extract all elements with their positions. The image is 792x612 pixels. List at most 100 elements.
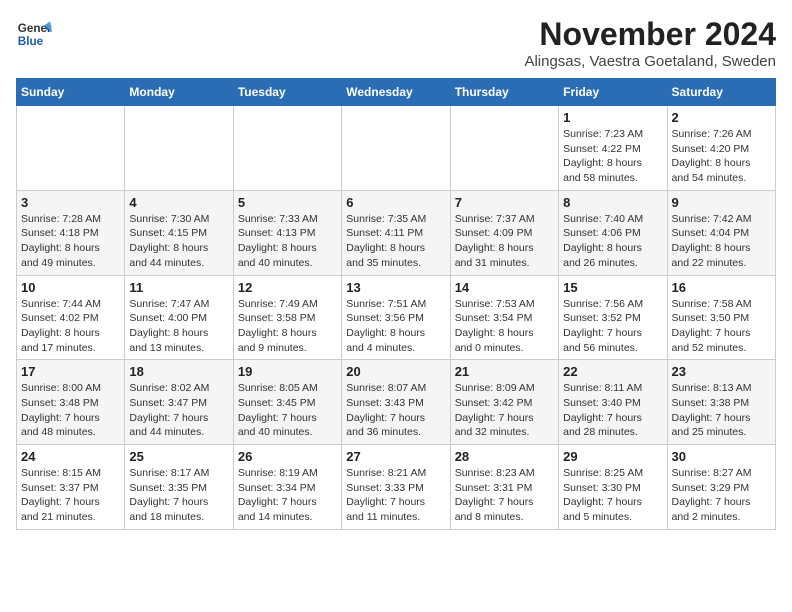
day-detail: Sunrise: 8:21 AM Sunset: 3:33 PM Dayligh…	[346, 466, 445, 525]
location: Alingsas, Vaestra Goetaland, Sweden	[524, 53, 776, 70]
day-number: 6	[346, 195, 445, 210]
calendar-cell: 9 Sunrise: 7:42 AM Sunset: 4:04 PM Daylig…	[667, 190, 775, 275]
day-number: 22	[563, 364, 662, 379]
calendar-cell	[450, 106, 558, 191]
calendar-cell: 2 Sunrise: 7:26 AM Sunset: 4:20 PM Daylig…	[667, 106, 775, 191]
calendar-cell: 10 Sunrise: 7:44 AM Sunset: 4:02 PM Dayli…	[17, 275, 125, 360]
day-number: 20	[346, 364, 445, 379]
day-number: 17	[21, 364, 120, 379]
day-detail: Sunrise: 8:05 AM Sunset: 3:45 PM Dayligh…	[238, 381, 337, 440]
day-number: 5	[238, 195, 337, 210]
day-detail: Sunrise: 8:15 AM Sunset: 3:37 PM Dayligh…	[21, 466, 120, 525]
day-detail: Sunrise: 7:49 AM Sunset: 3:58 PM Dayligh…	[238, 297, 337, 356]
calendar-cell: 22 Sunrise: 8:11 AM Sunset: 3:40 PM Dayli…	[559, 360, 667, 445]
day-detail: Sunrise: 8:13 AM Sunset: 3:38 PM Dayligh…	[672, 381, 771, 440]
day-detail: Sunrise: 7:37 AM Sunset: 4:09 PM Dayligh…	[455, 212, 554, 271]
calendar-week-row: 24 Sunrise: 8:15 AM Sunset: 3:37 PM Dayli…	[17, 445, 776, 530]
day-detail: Sunrise: 8:17 AM Sunset: 3:35 PM Dayligh…	[129, 466, 228, 525]
day-detail: Sunrise: 7:40 AM Sunset: 4:06 PM Dayligh…	[563, 212, 662, 271]
calendar-cell: 23 Sunrise: 8:13 AM Sunset: 3:38 PM Dayli…	[667, 360, 775, 445]
calendar-cell: 13 Sunrise: 7:51 AM Sunset: 3:56 PM Dayli…	[342, 275, 450, 360]
calendar-cell: 1 Sunrise: 7:23 AM Sunset: 4:22 PM Daylig…	[559, 106, 667, 191]
calendar-cell: 6 Sunrise: 7:35 AM Sunset: 4:11 PM Daylig…	[342, 190, 450, 275]
day-detail: Sunrise: 8:25 AM Sunset: 3:30 PM Dayligh…	[563, 466, 662, 525]
weekday-header: Sunday	[17, 79, 125, 106]
calendar-cell	[342, 106, 450, 191]
day-number: 29	[563, 449, 662, 464]
calendar-cell: 30Sunrise: 8:27 AM Sunset: 3:29 PM Dayli…	[667, 445, 775, 530]
day-number: 16	[672, 280, 771, 295]
day-detail: Sunrise: 7:26 AM Sunset: 4:20 PM Dayligh…	[672, 127, 771, 186]
weekday-header: Friday	[559, 79, 667, 106]
day-number: 25	[129, 449, 228, 464]
calendar-week-row: 3Sunrise: 7:28 AM Sunset: 4:18 PM Daylig…	[17, 190, 776, 275]
calendar-cell	[233, 106, 341, 191]
day-detail: Sunrise: 7:33 AM Sunset: 4:13 PM Dayligh…	[238, 212, 337, 271]
calendar-cell: 11Sunrise: 7:47 AM Sunset: 4:00 PM Dayli…	[125, 275, 233, 360]
calendar-cell: 18 Sunrise: 8:02 AM Sunset: 3:47 PM Dayli…	[125, 360, 233, 445]
calendar-cell: 25 Sunrise: 8:17 AM Sunset: 3:35 PM Dayli…	[125, 445, 233, 530]
calendar-week-row: 17 Sunrise: 8:00 AM Sunset: 3:48 PM Dayli…	[17, 360, 776, 445]
calendar-cell: 21 Sunrise: 8:09 AM Sunset: 3:42 PM Dayli…	[450, 360, 558, 445]
calendar-cell: 16 Sunrise: 7:58 AM Sunset: 3:50 PM Dayli…	[667, 275, 775, 360]
day-detail: Sunrise: 8:00 AM Sunset: 3:48 PM Dayligh…	[21, 381, 120, 440]
day-detail: Sunrise: 7:51 AM Sunset: 3:56 PM Dayligh…	[346, 297, 445, 356]
day-number: 21	[455, 364, 554, 379]
day-detail: Sunrise: 7:58 AM Sunset: 3:50 PM Dayligh…	[672, 297, 771, 356]
day-number: 9	[672, 195, 771, 210]
day-detail: Sunrise: 8:11 AM Sunset: 3:40 PM Dayligh…	[563, 381, 662, 440]
calendar-cell: 7 Sunrise: 7:37 AM Sunset: 4:09 PM Daylig…	[450, 190, 558, 275]
day-number: 8	[563, 195, 662, 210]
calendar-cell: 24 Sunrise: 8:15 AM Sunset: 3:37 PM Dayli…	[17, 445, 125, 530]
page-header: General Blue November 2024 Alingsas, Vae…	[16, 16, 776, 70]
calendar-cell: 15Sunrise: 7:56 AM Sunset: 3:52 PM Dayli…	[559, 275, 667, 360]
day-number: 10	[21, 280, 120, 295]
day-number: 19	[238, 364, 337, 379]
day-detail: Sunrise: 8:23 AM Sunset: 3:31 PM Dayligh…	[455, 466, 554, 525]
day-detail: Sunrise: 7:35 AM Sunset: 4:11 PM Dayligh…	[346, 212, 445, 271]
calendar-cell: 19 Sunrise: 8:05 AM Sunset: 3:45 PM Dayli…	[233, 360, 341, 445]
day-number: 7	[455, 195, 554, 210]
day-detail: Sunrise: 8:02 AM Sunset: 3:47 PM Dayligh…	[129, 381, 228, 440]
day-detail: Sunrise: 7:53 AM Sunset: 3:54 PM Dayligh…	[455, 297, 554, 356]
day-detail: Sunrise: 7:44 AM Sunset: 4:02 PM Dayligh…	[21, 297, 120, 356]
day-number: 11	[129, 280, 228, 295]
weekday-header: Tuesday	[233, 79, 341, 106]
day-number: 24	[21, 449, 120, 464]
svg-text:Blue: Blue	[18, 35, 44, 48]
calendar-cell: 17 Sunrise: 8:00 AM Sunset: 3:48 PM Dayli…	[17, 360, 125, 445]
day-detail: Sunrise: 8:07 AM Sunset: 3:43 PM Dayligh…	[346, 381, 445, 440]
day-detail: Sunrise: 8:09 AM Sunset: 3:42 PM Dayligh…	[455, 381, 554, 440]
calendar-week-row: 10 Sunrise: 7:44 AM Sunset: 4:02 PM Dayli…	[17, 275, 776, 360]
calendar-cell: 8 Sunrise: 7:40 AM Sunset: 4:06 PM Daylig…	[559, 190, 667, 275]
day-number: 27	[346, 449, 445, 464]
month-title: November 2024	[524, 16, 776, 53]
day-detail: Sunrise: 7:56 AM Sunset: 3:52 PM Dayligh…	[563, 297, 662, 356]
day-number: 2	[672, 110, 771, 125]
day-number: 23	[672, 364, 771, 379]
weekday-header: Saturday	[667, 79, 775, 106]
title-block: November 2024 Alingsas, Vaestra Goetalan…	[524, 16, 776, 70]
day-detail: Sunrise: 8:27 AM Sunset: 3:29 PM Dayligh…	[672, 466, 771, 525]
calendar-week-row: 1 Sunrise: 7:23 AM Sunset: 4:22 PM Daylig…	[17, 106, 776, 191]
calendar-cell: 14Sunrise: 7:53 AM Sunset: 3:54 PM Dayli…	[450, 275, 558, 360]
calendar-table: SundayMondayTuesdayWednesdayThursdayFrid…	[16, 78, 776, 530]
day-number: 4	[129, 195, 228, 210]
weekday-header: Wednesday	[342, 79, 450, 106]
day-detail: Sunrise: 7:23 AM Sunset: 4:22 PM Dayligh…	[563, 127, 662, 186]
calendar-cell: 5 Sunrise: 7:33 AM Sunset: 4:13 PM Daylig…	[233, 190, 341, 275]
calendar-cell: 4Sunrise: 7:30 AM Sunset: 4:15 PM Daylig…	[125, 190, 233, 275]
day-number: 26	[238, 449, 337, 464]
calendar-cell: 26 Sunrise: 8:19 AM Sunset: 3:34 PM Dayli…	[233, 445, 341, 530]
weekday-header: Thursday	[450, 79, 558, 106]
day-number: 28	[455, 449, 554, 464]
day-number: 18	[129, 364, 228, 379]
calendar-cell: 29 Sunrise: 8:25 AM Sunset: 3:30 PM Dayli…	[559, 445, 667, 530]
day-number: 3	[21, 195, 120, 210]
logo-icon: General Blue	[16, 16, 52, 52]
day-number: 1	[563, 110, 662, 125]
day-number: 13	[346, 280, 445, 295]
calendar-cell: 12Sunrise: 7:49 AM Sunset: 3:58 PM Dayli…	[233, 275, 341, 360]
day-detail: Sunrise: 7:42 AM Sunset: 4:04 PM Dayligh…	[672, 212, 771, 271]
day-detail: Sunrise: 8:19 AM Sunset: 3:34 PM Dayligh…	[238, 466, 337, 525]
